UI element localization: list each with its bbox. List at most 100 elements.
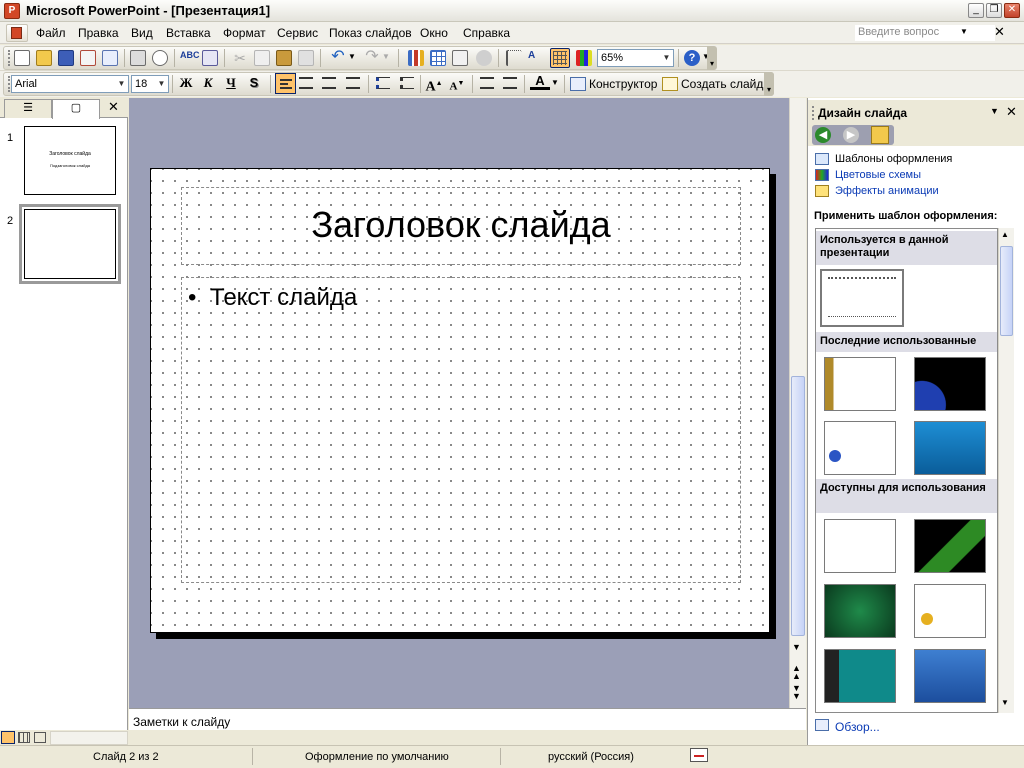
hyperlink-icon[interactable] — [476, 50, 492, 66]
menu-edit[interactable]: Правка — [78, 26, 119, 40]
italic-button[interactable]: К — [198, 73, 218, 93]
research-icon[interactable] — [202, 50, 218, 66]
designer-button[interactable]: Конструктор — [589, 77, 657, 91]
align-left-button[interactable] — [275, 73, 296, 94]
menu-view[interactable]: Вид — [131, 26, 153, 40]
spelling-icon[interactable]: ABC — [180, 50, 200, 66]
doc-close-icon[interactable]: ✕ — [994, 24, 1005, 40]
scrollbar-thumb[interactable] — [1000, 246, 1013, 336]
redo-icon[interactable]: ↷ — [364, 49, 380, 65]
maximize-icon[interactable]: ❐ — [986, 3, 1002, 18]
grid-toggle-button[interactable] — [550, 48, 570, 68]
scrollbar-thumb[interactable] — [791, 376, 805, 636]
previous-slide-icon[interactable]: ▲ ▲ — [792, 664, 801, 681]
undo-icon[interactable]: ↶ — [330, 49, 346, 65]
menu-tools[interactable]: Сервис — [277, 26, 318, 40]
menu-slideshow[interactable]: Показ слайдов — [329, 26, 412, 40]
toolbar-options-icon[interactable]: ▾ — [764, 72, 774, 96]
document-icon[interactable] — [6, 24, 28, 42]
tables-borders-icon[interactable] — [452, 50, 468, 66]
new-icon[interactable] — [14, 50, 30, 66]
email-icon[interactable] — [102, 50, 118, 66]
template-available-4[interactable] — [914, 584, 986, 638]
slide-thumb-2[interactable] — [24, 209, 116, 279]
chart-icon[interactable] — [408, 50, 424, 66]
bullets-icon[interactable] — [400, 77, 414, 89]
template-available-3[interactable] — [824, 584, 896, 638]
font-select[interactable]: Arial ▼ — [11, 75, 129, 93]
normal-view-icon[interactable] — [1, 731, 15, 744]
align-center-icon[interactable] — [299, 77, 313, 89]
body-placeholder[interactable]: • Текст слайда — [181, 277, 741, 583]
forward-icon[interactable]: ▶ — [843, 127, 859, 143]
copy-icon[interactable] — [254, 50, 270, 66]
menu-file[interactable]: Файл — [36, 26, 66, 40]
scroll-down-icon[interactable]: ▼ — [1001, 698, 1009, 707]
menu-insert[interactable]: Вставка — [166, 26, 211, 40]
zoom-select[interactable]: 65% ▼ — [597, 49, 674, 67]
table-icon[interactable] — [430, 50, 446, 66]
minimize-icon[interactable]: _ — [968, 3, 984, 18]
print-preview-icon[interactable] — [152, 50, 168, 66]
show-formatting-icon[interactable]: A — [528, 50, 544, 66]
slide-vertical-scrollbar[interactable]: ▼ ▲ ▲ ▼ ▼ — [789, 98, 806, 708]
slide-sorter-icon[interactable] — [18, 732, 30, 743]
template-gallery-scrollbar[interactable]: ▲ ▼ — [998, 228, 1014, 713]
template-available-2[interactable] — [914, 519, 986, 573]
close-icon[interactable]: ✕ — [1004, 3, 1020, 18]
slideshow-icon[interactable] — [34, 732, 46, 743]
bold-button[interactable]: Ж — [176, 73, 196, 93]
template-recent-1[interactable] — [824, 357, 896, 411]
undo-dropdown-icon[interactable]: ▼ — [348, 52, 356, 61]
task-pane-menu-icon[interactable]: ▼ — [990, 106, 999, 116]
new-slide-button[interactable]: Создать слайд — [681, 77, 763, 91]
powerpoint-icon[interactable]: P — [4, 3, 20, 19]
expand-all-icon[interactable] — [506, 50, 522, 66]
cut-icon[interactable]: ✂ — [232, 50, 248, 66]
paste-icon[interactable] — [276, 50, 292, 66]
font-size-select[interactable]: 18 ▼ — [131, 75, 169, 93]
tab-outline[interactable]: ☰ — [4, 99, 52, 118]
open-icon[interactable] — [36, 50, 52, 66]
title-placeholder[interactable]: Заголовок слайда — [181, 187, 741, 265]
slide-title[interactable]: Заголовок слайда — [182, 204, 740, 246]
decrease-font-icon[interactable]: A▼ — [447, 73, 467, 93]
align-right-icon[interactable] — [322, 77, 336, 89]
ask-dropdown-icon[interactable]: ▼ — [960, 24, 970, 40]
template-recent-3[interactable] — [824, 421, 896, 475]
underline-button[interactable]: Ч — [221, 73, 241, 93]
help-icon[interactable]: ? — [684, 50, 700, 66]
menu-format[interactable]: Формат — [223, 26, 266, 40]
increase-indent-icon[interactable] — [503, 77, 517, 89]
redo-dropdown-icon[interactable]: ▼ — [382, 52, 390, 61]
font-color-icon[interactable]: A — [530, 72, 550, 90]
numbering-icon[interactable] — [376, 77, 390, 89]
browse-link[interactable]: Обзор... — [835, 720, 880, 734]
print-icon[interactable] — [130, 50, 146, 66]
notes-pane[interactable]: Заметки к слайду — [129, 708, 806, 730]
template-gallery[interactable]: Используется в данной презентации Послед… — [815, 228, 998, 713]
ask-question-input[interactable]: Введите вопрос — [855, 25, 995, 41]
template-available-1[interactable] — [824, 519, 896, 573]
home-icon[interactable] — [871, 126, 889, 144]
link-design-templates[interactable]: Шаблоны оформления — [835, 153, 952, 165]
horizontal-scrollbar[interactable] — [50, 731, 128, 745]
shadow-button[interactable]: S — [244, 73, 264, 93]
slide-thumb-1[interactable]: Заголовок слайда Подзаголовок слайда — [24, 126, 116, 195]
font-color-dropdown-icon[interactable]: ▼ — [551, 78, 559, 87]
scroll-up-icon[interactable]: ▲ — [1001, 230, 1009, 239]
color-grayscale-icon[interactable] — [576, 50, 592, 66]
grip-icon[interactable] — [8, 50, 11, 66]
scroll-down-icon[interactable]: ▼ — [792, 642, 801, 652]
template-available-5[interactable] — [824, 649, 896, 703]
permission-icon[interactable] — [80, 50, 96, 66]
increase-font-icon[interactable]: A▲ — [424, 73, 444, 95]
template-default[interactable] — [820, 269, 904, 327]
template-recent-2[interactable] — [914, 357, 986, 411]
save-icon[interactable] — [58, 50, 74, 66]
slide-canvas[interactable]: Заголовок слайда • Текст слайда — [150, 168, 770, 633]
menu-window[interactable]: Окно — [420, 26, 448, 40]
grip-icon[interactable] — [812, 106, 815, 120]
link-color-schemes[interactable]: Цветовые схемы — [835, 169, 921, 181]
decrease-indent-icon[interactable] — [480, 77, 494, 89]
